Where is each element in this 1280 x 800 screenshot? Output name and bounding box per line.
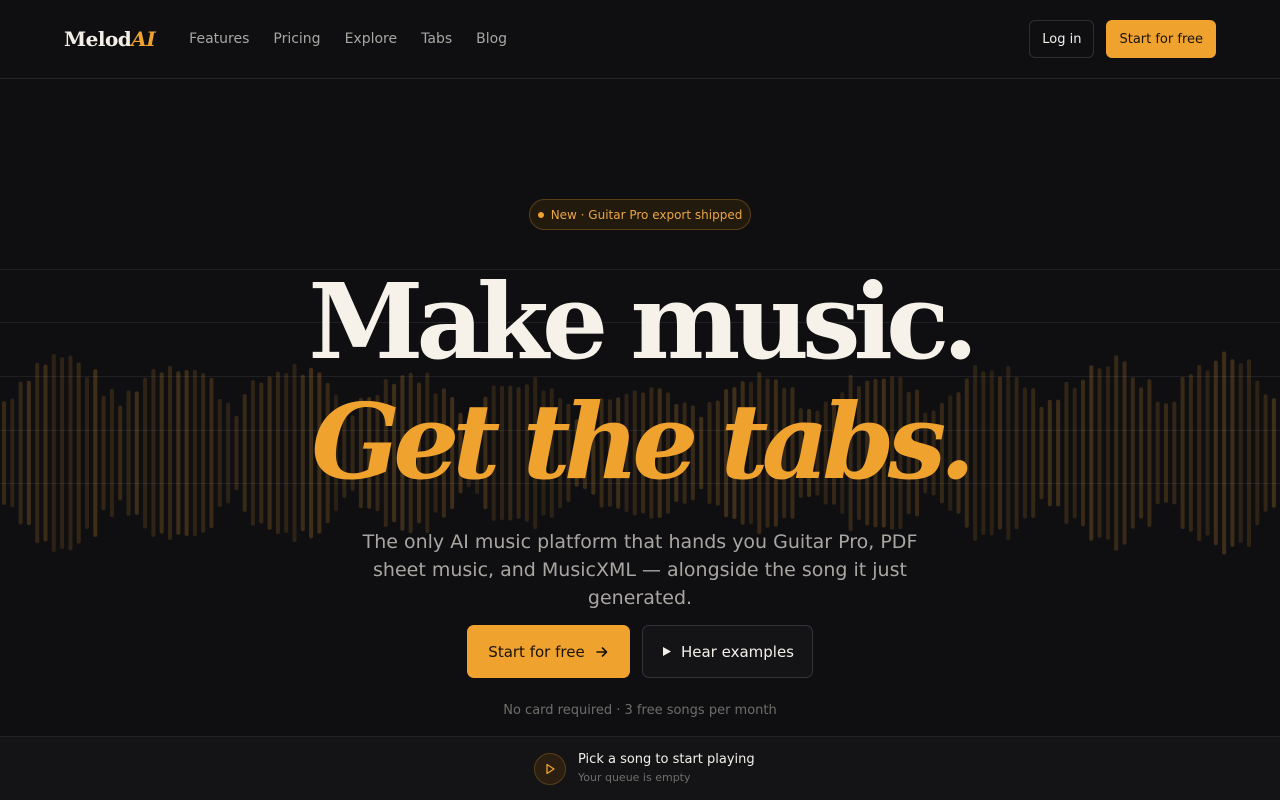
start-free-label: Start for free: [488, 642, 585, 661]
arrow-right-icon: [595, 646, 607, 657]
login-button[interactable]: Log in: [1029, 20, 1095, 58]
hear-examples-button[interactable]: Hear examples: [642, 625, 813, 678]
play-icon: [662, 647, 671, 656]
nav-link-pricing[interactable]: Pricing: [273, 31, 320, 47]
nav-links: Features Pricing Explore Tabs Blog: [189, 31, 507, 47]
headline-line-2: Get the tabs.: [311, 380, 975, 503]
signup-note: No card required · 3 free songs per mont…: [503, 703, 777, 718]
audio-player-bar: Pick a song to start playing Your queue …: [0, 736, 1280, 800]
hero-subtitle: The only AI music platform that hands yo…: [362, 531, 918, 609]
announcement-badge[interactable]: New · Guitar Pro export shipped: [529, 199, 751, 230]
dot-icon: [537, 211, 544, 218]
logo-text: Melod: [64, 27, 132, 51]
logo-accent: AI: [131, 27, 156, 51]
player-subtitle: Your queue is empty: [578, 771, 691, 784]
start-free-button[interactable]: Start for free: [467, 625, 630, 678]
nav-actions: Log in Start for free: [1029, 20, 1216, 58]
player-play-button[interactable]: [534, 753, 566, 785]
hero-section: New · Guitar Pro export shipped Make mus…: [0, 0, 1280, 736]
player-title: Pick a song to start playing: [578, 752, 755, 767]
nav-link-explore[interactable]: Explore: [345, 31, 398, 47]
cta-row: Start for free Hear examples: [467, 625, 813, 678]
badge-text: New · Guitar Pro export shipped: [550, 207, 743, 222]
play-circle-icon: [546, 763, 555, 775]
hear-examples-label: Hear examples: [680, 642, 794, 661]
nav-link-tabs[interactable]: Tabs: [421, 31, 452, 47]
top-nav: MelodAI Features Pricing Explore Tabs Bl…: [0, 0, 1280, 79]
start-free-nav-button[interactable]: Start for free: [1106, 20, 1216, 58]
headline-line-1: Make music.: [308, 260, 978, 383]
logo[interactable]: MelodAI: [64, 27, 156, 51]
nav-link-features[interactable]: Features: [189, 31, 249, 47]
nav-link-blog[interactable]: Blog: [476, 31, 507, 47]
